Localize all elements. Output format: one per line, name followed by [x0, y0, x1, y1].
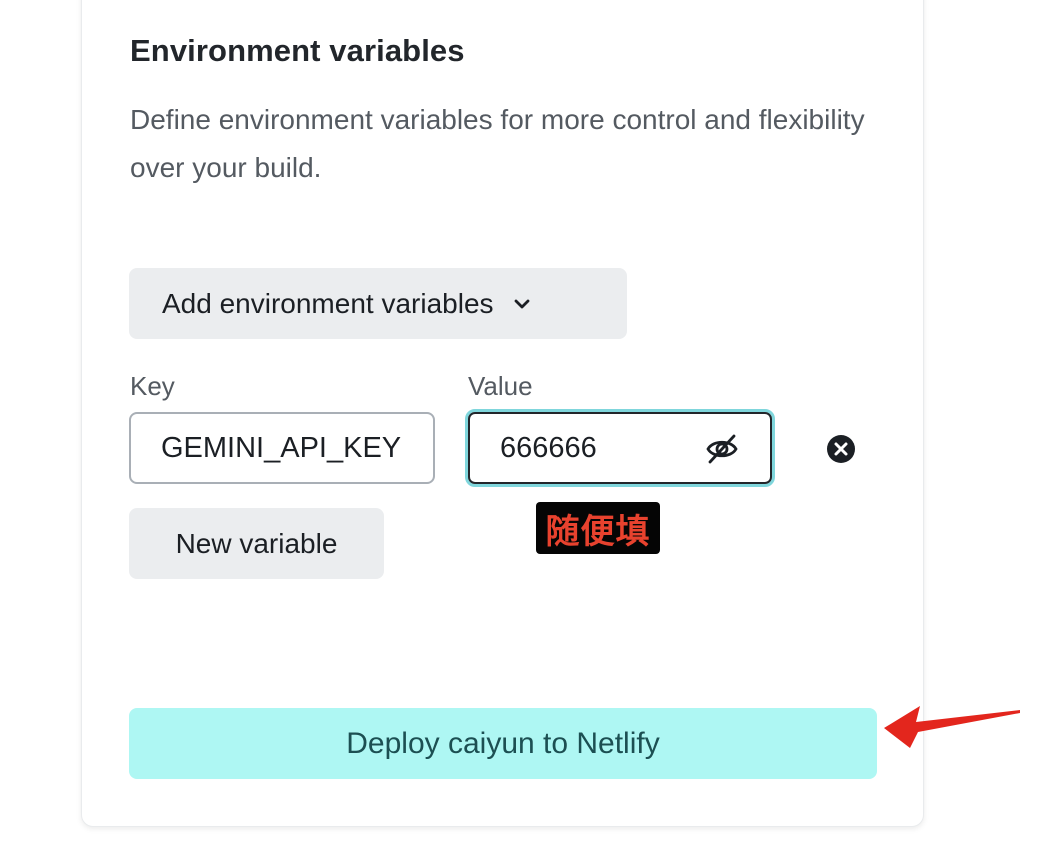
close-circle-icon[interactable] — [826, 434, 856, 464]
red-arrow-icon — [884, 706, 1020, 748]
add-env-variables-label: Add environment variables — [162, 287, 494, 319]
key-input[interactable] — [129, 412, 435, 484]
key-label: Key — [130, 371, 175, 401]
section-title: Environment variables — [130, 33, 465, 68]
annotation-note: 随便填 — [536, 502, 660, 554]
eye-off-icon[interactable] — [705, 432, 739, 466]
deploy-button[interactable]: Deploy caiyun to Netlify — [129, 708, 877, 779]
new-variable-button[interactable]: New variable — [129, 508, 384, 579]
section-description: Define environment variables for more co… — [130, 104, 865, 183]
new-variable-label: New variable — [175, 527, 338, 559]
chevron-down-icon — [514, 298, 530, 310]
value-label: Value — [468, 371, 533, 401]
add-env-variables-button[interactable]: Add environment variables — [129, 268, 627, 339]
